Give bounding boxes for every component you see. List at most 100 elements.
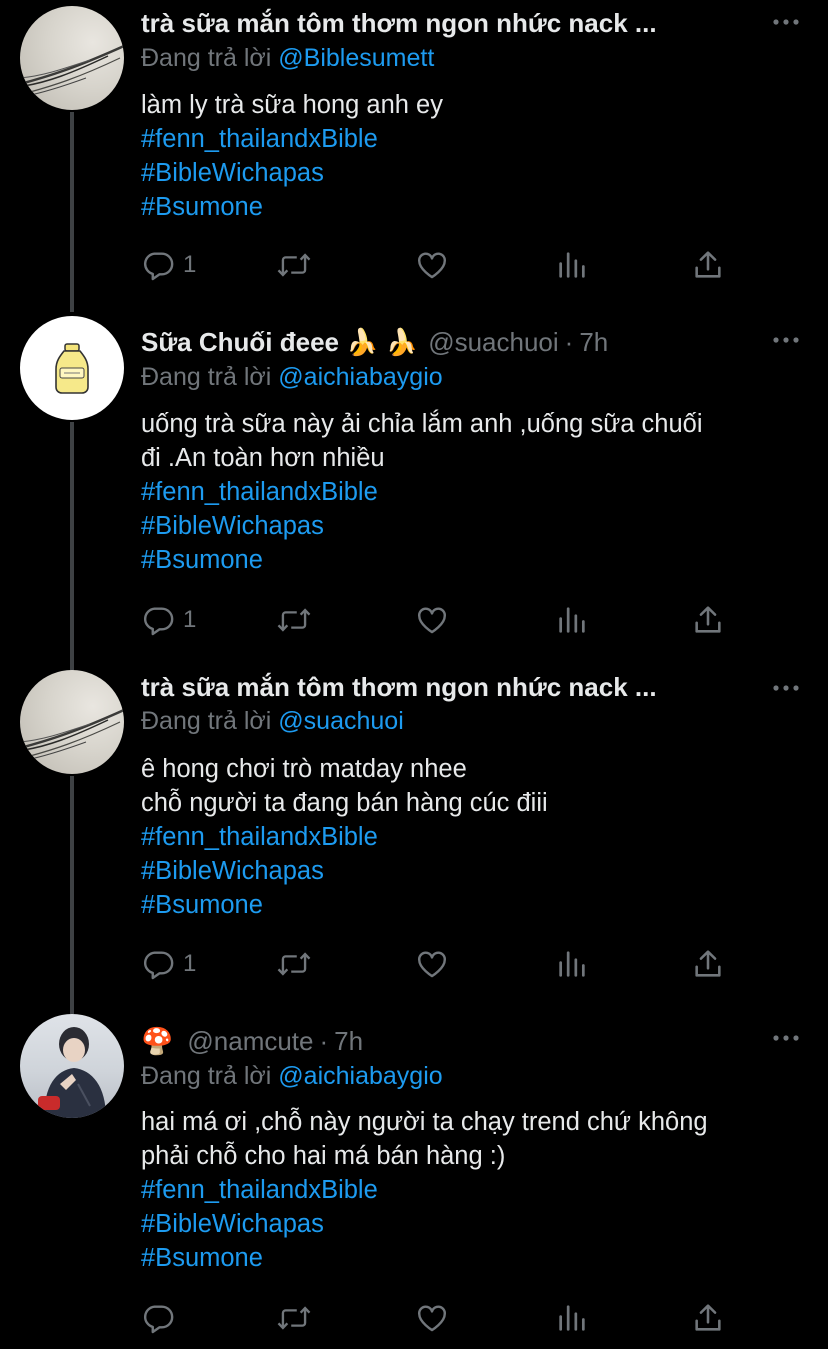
views-button[interactable] bbox=[555, 1298, 589, 1338]
display-name[interactable]: Sữa Chuối đeee 🍌 🍌 bbox=[141, 327, 418, 358]
handle[interactable]: @namcute bbox=[187, 1026, 313, 1057]
retweet-button[interactable] bbox=[276, 245, 312, 285]
retweet-button[interactable] bbox=[276, 1298, 312, 1338]
retweet-button[interactable] bbox=[276, 944, 312, 984]
replying-label: Đang trả lời bbox=[141, 44, 272, 72]
hashtag-link[interactable]: #Bsumone bbox=[141, 1241, 798, 1275]
mention-link[interactable]: @aichiabaygio bbox=[278, 1062, 442, 1090]
mention-link[interactable]: @Biblesumett bbox=[278, 44, 434, 72]
avatar[interactable] bbox=[20, 6, 124, 110]
views-icon bbox=[555, 248, 589, 282]
separator-dot: · bbox=[319, 1025, 329, 1056]
thread-line bbox=[70, 776, 74, 1014]
action-bar: 1 bbox=[141, 245, 801, 285]
replying-to: Đang trả lời @aichiabaygio bbox=[141, 1062, 443, 1091]
retweet-icon bbox=[276, 248, 312, 282]
hashtag-link[interactable]: #BibleWichapas bbox=[141, 854, 798, 888]
tweet-text: hai má ơi ,chỗ này người ta chạy trend c… bbox=[141, 1105, 798, 1275]
reply-count: 1 bbox=[183, 606, 197, 633]
tweet-header: Sữa Chuối đeee 🍌 🍌 @suachuoi · 7h bbox=[141, 325, 768, 359]
retweet-icon bbox=[276, 947, 312, 981]
hashtag-link[interactable]: #BibleWichapas bbox=[141, 509, 798, 543]
share-icon bbox=[691, 947, 725, 981]
views-icon bbox=[555, 603, 589, 637]
tweet-header: trà sữa mắn tôm thơm ngon nhức nack ... bbox=[141, 670, 768, 704]
hashtag-link[interactable]: #fenn_thailandxBible bbox=[141, 122, 798, 156]
more-icon[interactable] bbox=[772, 1026, 800, 1050]
like-button[interactable] bbox=[415, 944, 449, 984]
replying-to: Đang trả lời @Biblesumett bbox=[141, 44, 434, 73]
display-name[interactable]: trà sữa mắn tôm thơm ngon nhức nack ... bbox=[141, 672, 657, 703]
avatar[interactable] bbox=[20, 1014, 124, 1118]
display-name[interactable]: 🍄 bbox=[141, 1026, 173, 1057]
tweet-header: 🍄 @namcute · 7h bbox=[141, 1024, 768, 1058]
hashtag-link[interactable]: #BibleWichapas bbox=[141, 1207, 798, 1241]
reply-count: 1 bbox=[183, 251, 197, 278]
replying-label: Đang trả lời bbox=[141, 363, 272, 391]
text-line: làm ly trà sữa hong anh ey bbox=[141, 91, 443, 119]
avatar[interactable] bbox=[20, 670, 124, 774]
views-button[interactable] bbox=[555, 600, 589, 640]
reply-icon bbox=[141, 1301, 175, 1335]
reply-icon bbox=[141, 947, 175, 981]
reply-icon bbox=[141, 248, 175, 282]
replying-to: Đang trả lời @suachuoi bbox=[141, 707, 404, 736]
tweet-text: ê hong chơi trò matday nhee chỗ người ta… bbox=[141, 752, 798, 922]
share-button[interactable] bbox=[691, 944, 725, 984]
reply-button[interactable]: 1 bbox=[141, 600, 196, 640]
hashtag-link[interactable]: #fenn_thailandxBible bbox=[141, 1173, 798, 1207]
avatar[interactable] bbox=[20, 316, 124, 420]
action-bar: 1 bbox=[141, 944, 801, 984]
more-icon[interactable] bbox=[772, 676, 800, 700]
hashtag-link[interactable]: #fenn_thailandxBible bbox=[141, 475, 798, 509]
timestamp[interactable]: 7h bbox=[579, 327, 608, 358]
person-photo bbox=[38, 1027, 106, 1118]
hashtag-link[interactable]: #BibleWichapas bbox=[141, 156, 798, 190]
replying-label: Đang trả lời bbox=[141, 1062, 272, 1090]
hashtag-link[interactable]: #fenn_thailandxBible bbox=[141, 820, 798, 854]
reply-button[interactable] bbox=[141, 1298, 175, 1338]
like-button[interactable] bbox=[415, 600, 449, 640]
text-line: uống trà sữa này ải chỉa lắm anh ,uống s… bbox=[141, 410, 703, 438]
views-icon bbox=[555, 1301, 589, 1335]
retweet-icon bbox=[276, 1301, 312, 1335]
replying-label: Đang trả lời bbox=[141, 707, 272, 735]
handle[interactable]: @suachuoi bbox=[428, 327, 558, 358]
views-button[interactable] bbox=[555, 944, 589, 984]
more-icon[interactable] bbox=[772, 328, 800, 352]
tweet-text: làm ly trà sữa hong anh ey #fenn_thailan… bbox=[141, 88, 798, 224]
like-button[interactable] bbox=[415, 1298, 449, 1338]
mention-link[interactable]: @suachuoi bbox=[278, 707, 403, 735]
like-button[interactable] bbox=[415, 245, 449, 285]
tweet-3[interactable]: trà sữa mắn tôm thơm ngon nhức nack ... … bbox=[0, 662, 828, 1014]
hashtag-link[interactable]: #Bsumone bbox=[141, 543, 798, 577]
views-icon bbox=[555, 947, 589, 981]
retweet-button[interactable] bbox=[276, 600, 312, 640]
tweet-4[interactable]: 🍄 @namcute · 7h Đang trả lời @aichiabayg… bbox=[0, 1012, 828, 1349]
more-icon[interactable] bbox=[772, 10, 800, 34]
tweet-1[interactable]: trà sữa mắn tôm thơm ngon nhức nack ... … bbox=[0, 0, 828, 312]
tweet-text: uống trà sữa này ải chỉa lắm anh ,uống s… bbox=[141, 407, 798, 577]
like-icon bbox=[415, 603, 449, 637]
banana-milk-image bbox=[55, 343, 89, 394]
tweet-2[interactable]: Sữa Chuối đeee 🍌 🍌 @suachuoi · 7h Đang t… bbox=[0, 316, 828, 676]
mention-link[interactable]: @aichiabaygio bbox=[278, 363, 442, 391]
display-name[interactable]: trà sữa mắn tôm thơm ngon nhức nack ... bbox=[141, 8, 657, 39]
reply-button[interactable]: 1 bbox=[141, 944, 196, 984]
hashtag-link[interactable]: #Bsumone bbox=[141, 888, 798, 922]
retweet-icon bbox=[276, 603, 312, 637]
share-button[interactable] bbox=[691, 245, 725, 285]
timestamp[interactable]: 7h bbox=[334, 1026, 363, 1057]
tweet-header: trà sữa mắn tôm thơm ngon nhức nack ... bbox=[141, 6, 768, 40]
reply-button[interactable]: 1 bbox=[141, 245, 196, 285]
views-button[interactable] bbox=[555, 245, 589, 285]
hashtag-link[interactable]: #Bsumone bbox=[141, 190, 798, 224]
replying-to: Đang trả lời @aichiabaygio bbox=[141, 363, 443, 392]
thread-line bbox=[70, 422, 74, 676]
share-button[interactable] bbox=[691, 600, 725, 640]
feather-image bbox=[20, 44, 124, 97]
share-button[interactable] bbox=[691, 1298, 725, 1338]
like-icon bbox=[415, 1301, 449, 1335]
text-line: phải chỗ cho hai má bán hàng :) bbox=[141, 1142, 506, 1170]
like-icon bbox=[415, 248, 449, 282]
